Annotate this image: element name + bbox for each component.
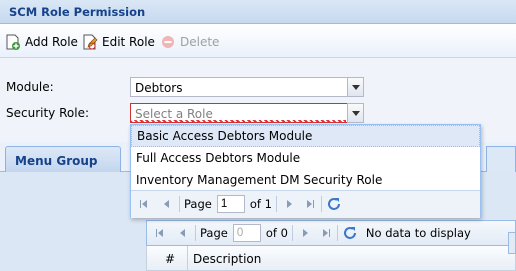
separator	[336, 225, 338, 241]
grid-empty-text: No data to display	[365, 226, 471, 240]
grid-of-label: of 0	[265, 226, 288, 240]
last-page-icon[interactable]	[301, 196, 317, 212]
separator	[275, 196, 277, 212]
module-select[interactable]: Debtors	[130, 77, 364, 97]
dropdown-option[interactable]: Full Access Debtors Module	[131, 147, 480, 169]
separator	[195, 225, 196, 241]
tab-menu-group-label: Menu Group	[15, 154, 98, 168]
grid-col-number[interactable]: #	[147, 246, 188, 270]
dropdown-of-label: of 1	[249, 197, 272, 211]
chevron-down-icon[interactable]	[347, 103, 364, 123]
separator	[291, 225, 293, 241]
next-page-icon[interactable]	[297, 225, 313, 241]
next-page-icon[interactable]	[281, 196, 297, 212]
module-value: Debtors	[135, 81, 183, 95]
dropdown-page-label: Page	[184, 197, 212, 211]
panel-header: SCM Role Permission	[0, 0, 516, 24]
refresh-icon[interactable]	[326, 196, 342, 212]
grid-page-label: Page	[200, 226, 228, 240]
add-role-label: Add Role	[25, 35, 78, 49]
separator	[320, 196, 322, 212]
delete-button[interactable]: Delete	[160, 33, 219, 51]
dropdown-paging-toolbar: Page of 1	[131, 190, 480, 218]
security-role-label: Security Role:	[6, 106, 89, 120]
security-role-placeholder: Select a Role	[135, 107, 213, 121]
grid-paging-toolbar: Page of 0 No data to display	[146, 220, 516, 246]
separator	[179, 196, 180, 212]
first-page-icon[interactable]	[153, 225, 169, 241]
refresh-icon[interactable]	[342, 225, 358, 241]
prev-page-icon[interactable]	[175, 225, 191, 241]
first-page-icon[interactable]	[137, 196, 153, 212]
dropdown-page-input[interactable]	[216, 195, 245, 213]
chevron-down-icon[interactable]	[347, 77, 364, 97]
add-document-icon	[5, 34, 21, 50]
add-role-button[interactable]: Add Role	[5, 33, 78, 51]
toolbar: Add Role Edit Role Delete	[0, 24, 516, 58]
edit-document-icon	[82, 34, 98, 50]
last-page-icon[interactable]	[317, 225, 333, 241]
security-role-select[interactable]: Select a Role	[130, 103, 364, 123]
delete-icon	[160, 34, 176, 50]
grid-page-input[interactable]	[232, 224, 261, 242]
grid-header: # Description	[146, 246, 516, 271]
tab-menu-group[interactable]: Menu Group	[5, 146, 121, 172]
dropdown-option[interactable]: Basic Access Debtors Module	[131, 125, 480, 147]
delete-label: Delete	[180, 35, 220, 49]
module-label: Module:	[6, 80, 54, 94]
invalid-underline	[131, 120, 346, 123]
grid-col-description[interactable]: Description	[193, 252, 261, 266]
tab-secondary[interactable]	[486, 146, 516, 172]
collapse-handle[interactable]	[508, 232, 516, 254]
prev-page-icon[interactable]	[159, 196, 175, 212]
security-role-dropdown: Basic Access Debtors Module Full Access …	[130, 124, 481, 218]
edit-role-button[interactable]: Edit Role	[82, 33, 155, 51]
dropdown-option[interactable]: Inventory Management DM Security Role	[131, 169, 480, 191]
panel-title: SCM Role Permission	[9, 5, 146, 19]
edit-role-label: Edit Role	[102, 35, 155, 49]
